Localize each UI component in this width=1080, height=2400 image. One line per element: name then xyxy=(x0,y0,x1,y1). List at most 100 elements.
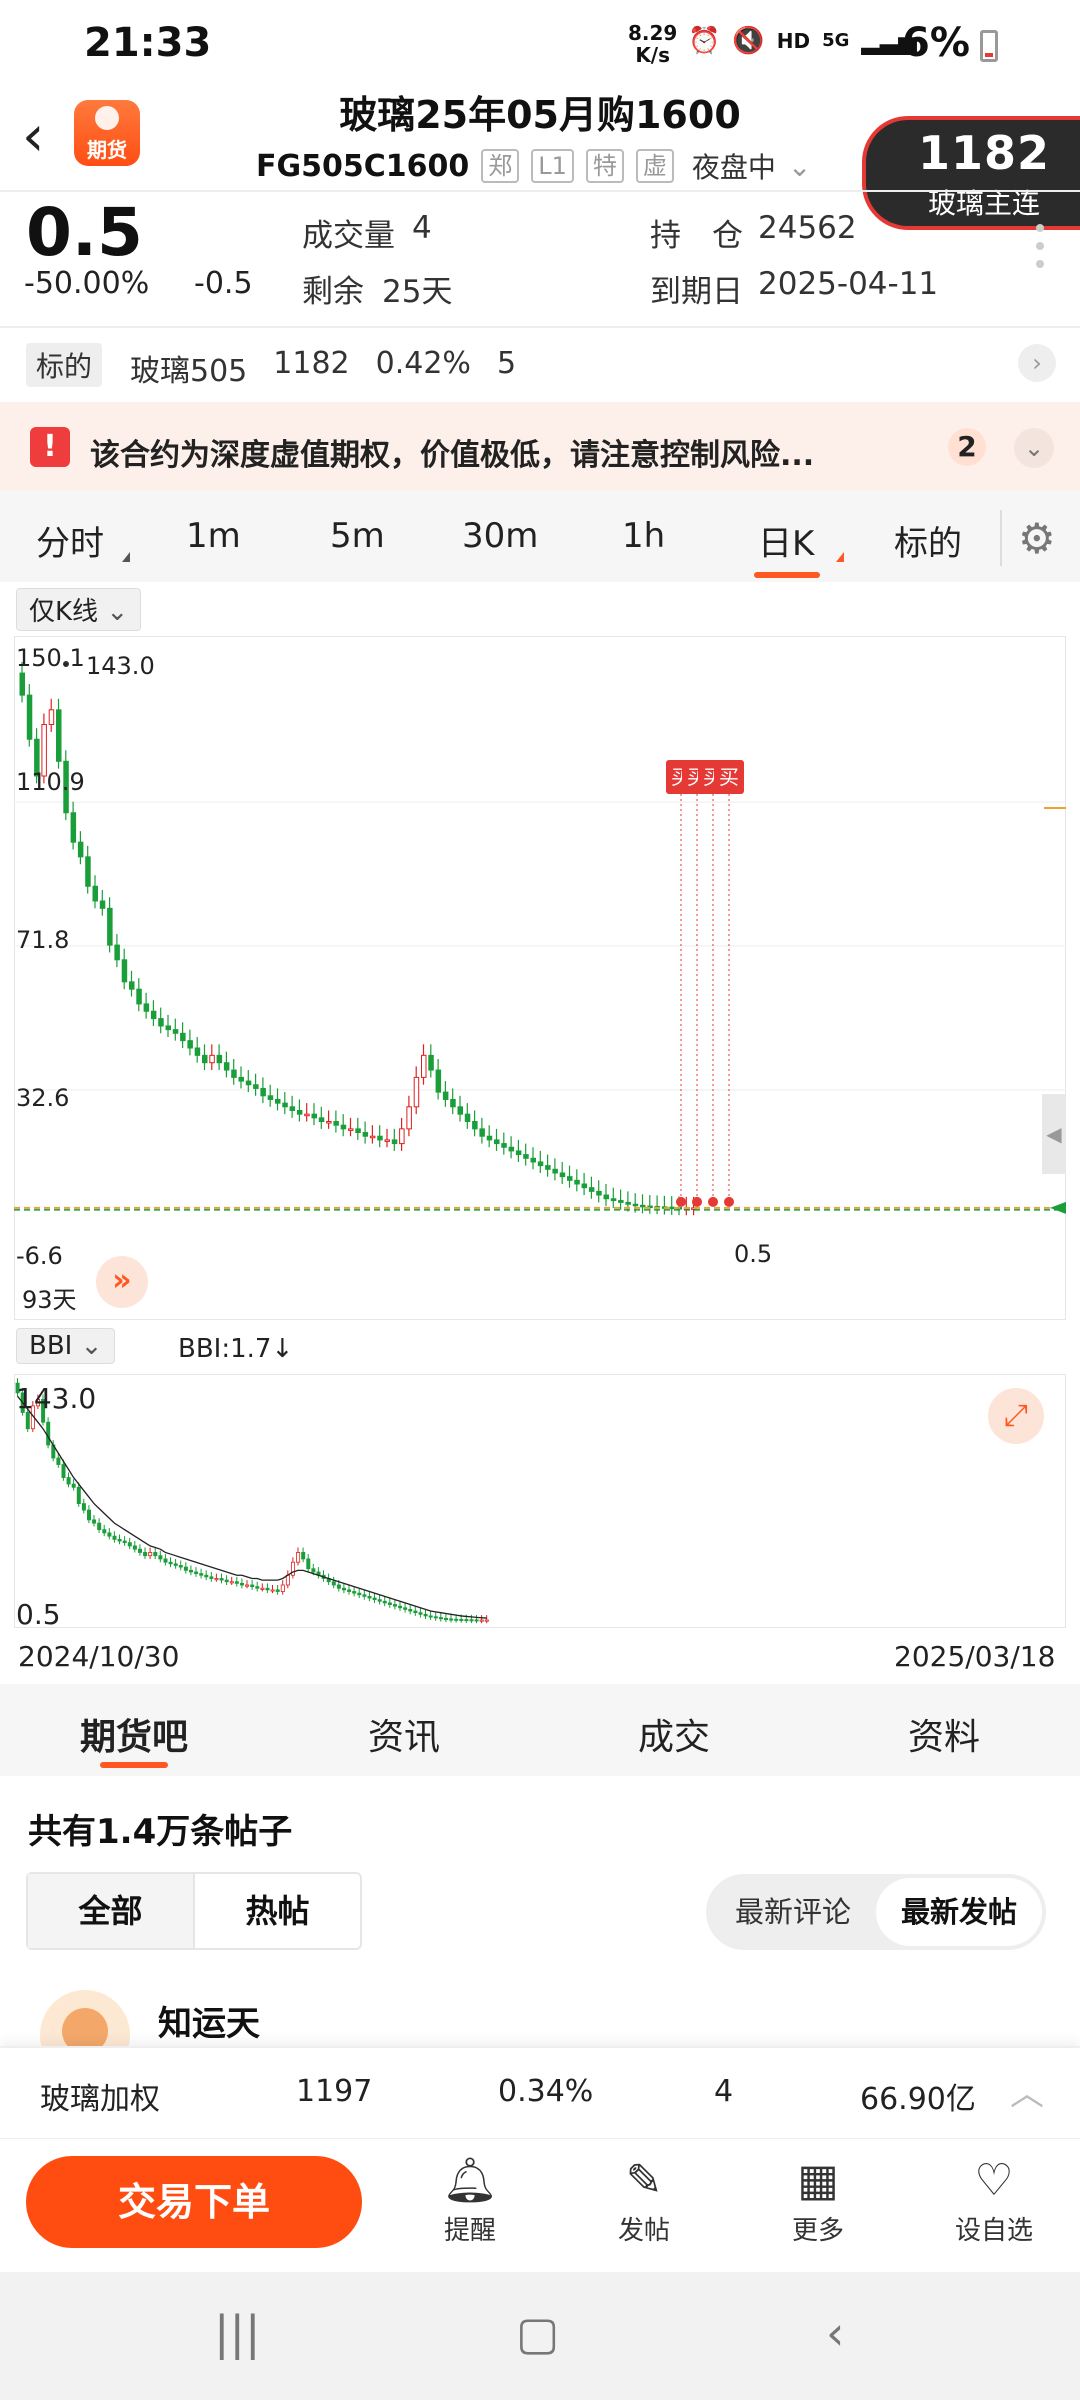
watchlist-label: 设自选 xyxy=(954,2216,1033,2246)
candle-body xyxy=(545,1165,551,1170)
remaining-label: 剩余 xyxy=(302,274,364,310)
tab-daily-k[interactable]: 日K xyxy=(758,516,814,565)
sort-latest-post[interactable]: 最新发帖 xyxy=(876,1878,1042,1946)
mini-candle-body xyxy=(454,1618,459,1621)
active-tab-indicator xyxy=(100,1762,168,1768)
float-price: 1182 xyxy=(917,126,1051,180)
tab-forum[interactable]: 期货吧 xyxy=(80,1708,188,1760)
recent-apps-icon[interactable]: ||| xyxy=(214,2306,261,2360)
tab-30m[interactable]: 30m xyxy=(462,516,538,556)
indicator-max: 143.0 xyxy=(16,1382,97,1415)
mini-candle-body xyxy=(306,1558,311,1570)
underlying-change: 5 xyxy=(496,346,517,381)
mini-candle-body xyxy=(97,1522,102,1531)
more-vertical-icon[interactable] xyxy=(1036,224,1044,278)
alarm-icon: ⏰ xyxy=(688,26,721,56)
mini-candle-body xyxy=(403,1607,408,1610)
tab-1h[interactable]: 1h xyxy=(622,516,665,556)
candle-body xyxy=(355,1128,361,1134)
chevron-down-icon[interactable]: ⌄ xyxy=(788,150,811,183)
mini-candle-body xyxy=(469,1619,474,1622)
post-count: 共有1.4万条帖子 xyxy=(28,1812,293,1852)
active-tab-indicator xyxy=(754,572,820,578)
kline-chart[interactable]: 买买买买 xyxy=(14,636,1066,1246)
tab-timeshare[interactable]: 分时 xyxy=(36,516,104,565)
mini-candle-body xyxy=(270,1589,275,1592)
candle-body xyxy=(92,885,98,902)
candle-body xyxy=(610,1198,617,1202)
mini-candle-body xyxy=(87,1509,92,1521)
post-button[interactable]: ✎ 发帖 xyxy=(584,2152,704,2247)
watchlist-button[interactable]: ♡ 设自选 xyxy=(934,2152,1054,2247)
indicator-chart[interactable] xyxy=(14,1374,1066,1628)
gear-icon[interactable]: ⚙ xyxy=(1018,514,1056,563)
fast-forward-icon[interactable]: » xyxy=(96,1256,148,1308)
volume-value: 4 xyxy=(412,210,432,246)
tab-news[interactable]: 资讯 xyxy=(368,1708,440,1760)
tab-underlying[interactable]: 标的 xyxy=(894,516,962,565)
tab-trades[interactable]: 成交 xyxy=(638,1708,710,1760)
candle-body xyxy=(632,1203,639,1207)
chevron-right-icon[interactable]: › xyxy=(1018,344,1056,382)
mini-candle-body xyxy=(362,1594,367,1597)
sort-latest-comment[interactable]: 最新评论 xyxy=(710,1878,876,1946)
contract-subline[interactable]: FG505C1600 郑 L1 特 虚 夜盘中 ⌄ xyxy=(256,146,811,186)
tab-info[interactable]: 资料 xyxy=(908,1708,980,1760)
warning-text: 该合约为深度虚值期权，价值极低，请注意控制风险... xyxy=(90,438,815,473)
ticker-name: 玻璃加权 xyxy=(40,2082,160,2117)
candle-body xyxy=(669,1206,675,1210)
mini-candle-body xyxy=(229,1581,234,1584)
candle-body xyxy=(19,672,25,696)
warning-icon: ! xyxy=(30,427,70,467)
mini-candle-body xyxy=(265,1587,270,1591)
remind-button[interactable]: 🔔︎ 提醒 xyxy=(410,2152,530,2247)
mini-candle-body xyxy=(153,1552,158,1557)
candle-body xyxy=(70,812,77,843)
expand-icon[interactable]: ⤢ xyxy=(988,1388,1044,1444)
candle-body xyxy=(435,1069,442,1093)
more-button[interactable]: ▦ 更多 xyxy=(758,2152,878,2247)
mini-candle-body xyxy=(474,1619,479,1622)
open-interest-label: 持 仓 xyxy=(650,218,743,254)
chevron-up-icon[interactable]: ︿ xyxy=(1010,2066,1044,2115)
candle-body xyxy=(588,1187,595,1192)
y-axis-label: 71.8 xyxy=(16,926,70,954)
filter-all-button[interactable]: 全部 xyxy=(28,1874,195,1948)
buy-marker-dot xyxy=(708,1196,718,1207)
tab-1m[interactable]: 1m xyxy=(186,516,241,556)
candle-body xyxy=(596,1190,602,1196)
more-label: 更多 xyxy=(791,2216,844,2246)
candle-body xyxy=(348,1128,354,1131)
mini-candle-body xyxy=(464,1619,469,1622)
mini-candle-body xyxy=(245,1584,250,1587)
mini-candle-body xyxy=(66,1477,71,1485)
chevron-down-icon[interactable]: ⌄ xyxy=(1014,428,1054,468)
warning-count-badge: 2 xyxy=(948,428,986,466)
poster-name[interactable]: 知运天 xyxy=(158,1996,260,2045)
net-speed-value: 8.29 xyxy=(628,21,678,45)
mini-candle-body xyxy=(260,1587,265,1590)
indicator-select[interactable]: BBI ⌄ xyxy=(16,1328,116,1364)
tab-5m[interactable]: 5m xyxy=(330,516,385,556)
mini-candle-body xyxy=(71,1483,76,1488)
mini-candle-body xyxy=(214,1578,219,1581)
y-axis-label: 32.6 xyxy=(16,1084,70,1112)
main-contract-float[interactable]: 1182 玻璃主连 xyxy=(862,116,1080,230)
net-speed-unit: K/s xyxy=(635,43,671,67)
chart-mode-select[interactable]: 仅K线 ⌄ xyxy=(16,588,142,631)
side-panel-handle[interactable]: ◀ xyxy=(1042,1094,1066,1174)
post-label: 发帖 xyxy=(617,2216,670,2246)
mini-candle-body xyxy=(239,1582,244,1586)
candle-body xyxy=(640,1204,646,1208)
mini-candle-body xyxy=(398,1605,403,1609)
mini-candle-body xyxy=(107,1532,112,1537)
back-nav-icon[interactable]: ‹ xyxy=(826,2306,844,2360)
trade-order-button[interactable]: 交易下单 xyxy=(26,2156,362,2248)
home-icon[interactable]: ▢ xyxy=(516,2306,559,2360)
mini-candle-body xyxy=(347,1589,352,1592)
tag-level: L1 xyxy=(531,149,574,183)
volume-label: 成交量 xyxy=(302,218,395,254)
filter-hot-button[interactable]: 热帖 xyxy=(195,1874,360,1948)
open-interest-value: 24562 xyxy=(758,210,857,246)
candle-body xyxy=(479,1128,485,1137)
